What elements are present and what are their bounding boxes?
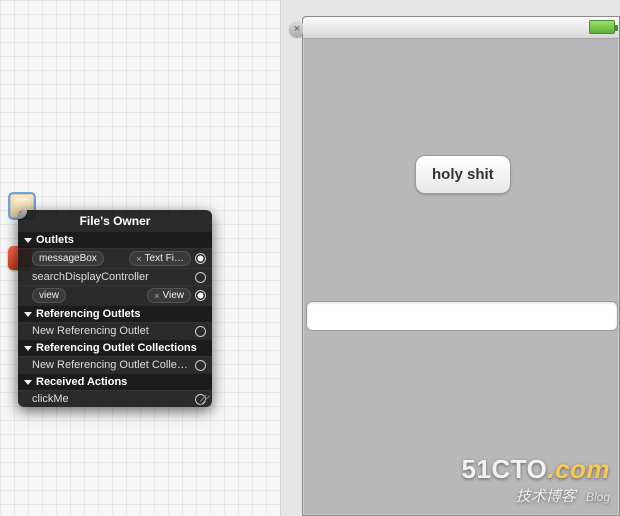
connection-pill[interactable]: ×View: [147, 288, 191, 303]
resize-handle-icon[interactable]: [200, 395, 210, 405]
connection-pill[interactable]: ×Text Fi…: [129, 251, 191, 266]
simulator-view: holy shit: [303, 39, 619, 515]
section-received-actions[interactable]: Received Actions: [18, 373, 212, 390]
battery-icon: [589, 20, 615, 34]
panel-title: File's Owner: [18, 210, 212, 231]
outlet-label: searchDisplayController: [32, 271, 191, 283]
connections-panel[interactable]: × File's Owner Outlets messageBox ×Text …: [18, 210, 212, 407]
outlet-label: New Referencing Outlet Colle…: [32, 359, 191, 371]
chevron-down-icon: [24, 380, 32, 385]
watermark-sub: 技术博客: [516, 488, 576, 505]
section-referencing-outlets[interactable]: Referencing Outlets: [18, 305, 212, 322]
connection-ring-icon[interactable]: [195, 272, 206, 283]
section-label: Received Actions: [36, 376, 127, 388]
section-outlets[interactable]: Outlets: [18, 231, 212, 248]
outlet-row-view[interactable]: view ×View: [18, 285, 212, 305]
connection-ring-icon[interactable]: [195, 290, 206, 301]
referencing-outlet-row[interactable]: New Referencing Outlet: [18, 322, 212, 339]
action-label: clickMe: [32, 393, 191, 405]
section-label: Outlets: [36, 234, 74, 246]
disconnect-icon[interactable]: ×: [154, 291, 159, 301]
section-label: Referencing Outlets: [36, 308, 141, 320]
referencing-collection-row[interactable]: New Referencing Outlet Colle…: [18, 356, 212, 373]
section-referencing-collections[interactable]: Referencing Outlet Collections: [18, 339, 212, 356]
simulator-titlebar: [303, 17, 619, 39]
holy-shit-button[interactable]: holy shit: [415, 155, 511, 194]
disconnect-icon[interactable]: ×: [136, 254, 141, 264]
watermark-brand: 51CTO: [461, 454, 547, 484]
chevron-down-icon: [24, 238, 32, 243]
watermark-blog: Blog: [586, 490, 610, 504]
connection-ring-icon[interactable]: [195, 360, 206, 371]
outlet-name-pill: messageBox: [32, 251, 104, 266]
connection-ring-icon[interactable]: [195, 253, 206, 264]
outlet-label: New Referencing Outlet: [32, 325, 191, 337]
connection-ring-icon[interactable]: [195, 326, 206, 337]
message-textfield[interactable]: [306, 301, 618, 331]
chevron-down-icon: [24, 346, 32, 351]
outlet-row-searchdisplay[interactable]: searchDisplayController: [18, 268, 212, 285]
outlet-name-pill: view: [32, 288, 66, 303]
outlet-row-messagebox[interactable]: messageBox ×Text Fi…: [18, 248, 212, 268]
simulator-window: × holy shit: [302, 16, 620, 516]
chevron-down-icon: [24, 312, 32, 317]
action-row-clickme[interactable]: clickMe: [18, 390, 212, 407]
watermark-domain: .com: [547, 454, 610, 484]
watermark: 51CTO.com 技术博客 Blog: [461, 454, 610, 506]
section-label: Referencing Outlet Collections: [36, 342, 197, 354]
